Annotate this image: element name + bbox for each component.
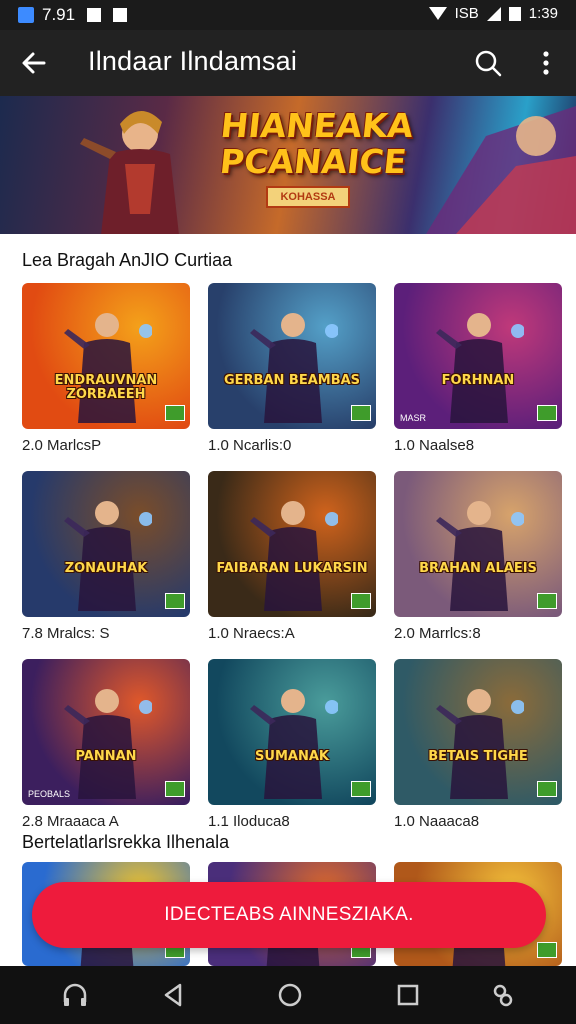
signal-icon — [486, 6, 501, 21]
game-title-art: ENDRAUVNAN ZORBAEEH — [54, 372, 158, 402]
banner-title-line-1: HIANEAKA — [218, 106, 416, 145]
game-card[interactable]: GERBAN BEAMBAS — [208, 283, 376, 429]
game-card[interactable]: SUMANAK — [208, 659, 376, 805]
game-meta-label: 1.0 Ncarlis:0 — [208, 437, 292, 454]
headphones-button[interactable] — [60, 980, 90, 1010]
nav-home-button[interactable] — [275, 980, 305, 1010]
card-tag: MASR — [400, 413, 427, 423]
character-art — [64, 313, 152, 423]
game-meta-label: 2.0 Marlcs⁠P — [22, 437, 102, 454]
game-meta-label: 2.8 Mraaaca A — [22, 813, 119, 830]
search-icon — [475, 50, 502, 77]
game-meta-label: 2.0 Marrlcs:8 — [394, 625, 481, 642]
rating-badge-icon — [537, 405, 557, 421]
character-art — [64, 501, 152, 611]
character-art — [436, 313, 524, 423]
more-vert-icon — [543, 51, 549, 75]
assistant-icon — [493, 984, 513, 1007]
character-art — [250, 313, 338, 423]
game-card[interactable]: BETAIS TIGHE — [394, 659, 562, 805]
game-meta-label: 1.1 Iloduca8 — [208, 813, 290, 830]
nav-back-button[interactable] — [158, 980, 188, 1010]
more-options-button[interactable] — [530, 47, 562, 79]
game-meta-label: 1.0 Naalse8 — [394, 437, 475, 454]
game-card[interactable]: ENDRAUVNAN ZORBAEEH — [22, 283, 190, 429]
game-meta-label: 1.0 Naaaca8 — [394, 813, 480, 830]
battery-icon — [508, 6, 521, 21]
section-title: Lea Bragah AnJIO Curtiaa — [22, 250, 233, 270]
game-card[interactable]: FAIBARAN LUKARSIN — [208, 471, 376, 617]
rating-badge-icon — [165, 781, 185, 797]
status-bar: 7.91 ISB 1:39 — [0, 0, 576, 30]
status-signal-text: ISB — [454, 5, 479, 22]
game-title-art: ZONAUHAK — [64, 560, 148, 576]
app-bar: Ilndaar Ilndamsai — [0, 30, 576, 96]
assistant-button[interactable] — [488, 980, 518, 1010]
rating-badge-icon — [351, 405, 371, 421]
back-triangle-icon — [164, 983, 182, 1007]
back-button[interactable] — [18, 47, 50, 79]
rating-badge-icon — [537, 593, 557, 609]
game-title-art: FORHNAN — [441, 372, 515, 388]
game-title-art: FAIBARAN LUKARSIN — [216, 560, 368, 576]
character-art — [250, 501, 338, 611]
banner-title: HIANEAKA PCANAICE — [186, 106, 444, 181]
rating-badge-icon — [537, 942, 557, 958]
nav-recents-button[interactable] — [393, 980, 423, 1010]
banner-decoration-art — [426, 106, 576, 234]
rating-badge-icon — [351, 593, 371, 609]
rating-badge-icon — [537, 781, 557, 797]
home-circle-icon — [278, 983, 302, 1007]
game-card[interactable]: BRAHAN ALAEIS — [394, 471, 562, 617]
game-title-art: SUMANAK — [255, 748, 329, 764]
game-title-art: BRAHAN ALAEIS — [419, 560, 537, 576]
app-notification-icon — [18, 7, 34, 23]
rating-badge-icon — [165, 405, 185, 421]
notification-square-icon — [87, 8, 102, 22]
recents-square-icon — [397, 984, 419, 1006]
status-time-left: 7.91 — [42, 5, 76, 24]
wifi-icon — [428, 7, 447, 20]
search-button[interactable] — [472, 47, 504, 79]
game-card[interactable]: PANNAN PEOBALS — [22, 659, 190, 805]
game-title-art: GERBAN BEAMBAS — [223, 372, 361, 388]
rating-badge-icon — [351, 781, 371, 797]
notification-square-icon — [113, 8, 128, 22]
character-art — [436, 689, 524, 799]
arrow-left-icon — [22, 52, 46, 74]
game-meta-label: 1.0 Nraecs:A — [208, 625, 295, 642]
section-title: Bertelatlarlsrekka Ilhenala — [22, 832, 230, 852]
featured-banner[interactable]: HIANEAKA PCANAICE KOHASSA — [0, 96, 576, 234]
headphones-icon — [63, 983, 87, 1006]
banner-badge: KOHASSA — [266, 186, 350, 208]
game-card[interactable]: FORHNAN MASR — [394, 283, 562, 429]
card-tag: PEOBALS — [28, 789, 71, 799]
game-title-art: PANNAN — [75, 748, 137, 764]
page-title: Ilndaar Ilndamsai — [88, 46, 298, 76]
status-time-right: 1:39 — [528, 5, 558, 22]
game-meta-label: 7.8 Mralcs: S — [22, 625, 110, 642]
character-art — [436, 501, 524, 611]
game-title-art: BETAIS TIGHE — [428, 748, 528, 764]
cta-button[interactable]: IDECTEABS AINNESZIAKA. — [32, 882, 546, 948]
rating-badge-icon — [165, 593, 185, 609]
character-art — [250, 689, 338, 799]
game-card[interactable]: ZONAUHAK — [22, 471, 190, 617]
character-art — [64, 689, 152, 799]
system-nav-bar — [0, 966, 576, 1024]
banner-title-line-2: PCANAICE — [218, 142, 409, 181]
